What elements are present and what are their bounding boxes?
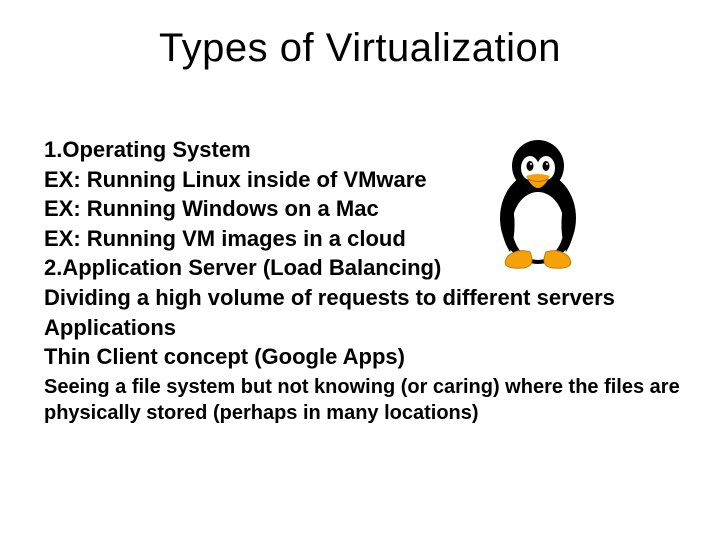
slide-title: Types of Virtualization — [0, 26, 720, 71]
body-line: EX: Running Windows on a Mac — [44, 195, 684, 224]
body-line: EX: Running Linux inside of VMware — [44, 166, 684, 195]
body-line: 1.Operating System — [44, 136, 684, 165]
slide: Types of Virtualization — [0, 0, 720, 540]
slide-body: 1.Operating System EX: Running Linux ins… — [44, 136, 684, 426]
body-line: Dividing a high volume of requests to di… — [44, 284, 684, 313]
body-line: Seeing a file system but not knowing (or… — [44, 374, 684, 426]
body-line: 2.Application Server (Load Balancing) — [44, 254, 684, 283]
body-line: Thin Client concept (Google Apps) — [44, 343, 684, 372]
body-line: EX: Running VM images in a cloud — [44, 225, 684, 254]
body-line: Applications — [44, 314, 684, 343]
